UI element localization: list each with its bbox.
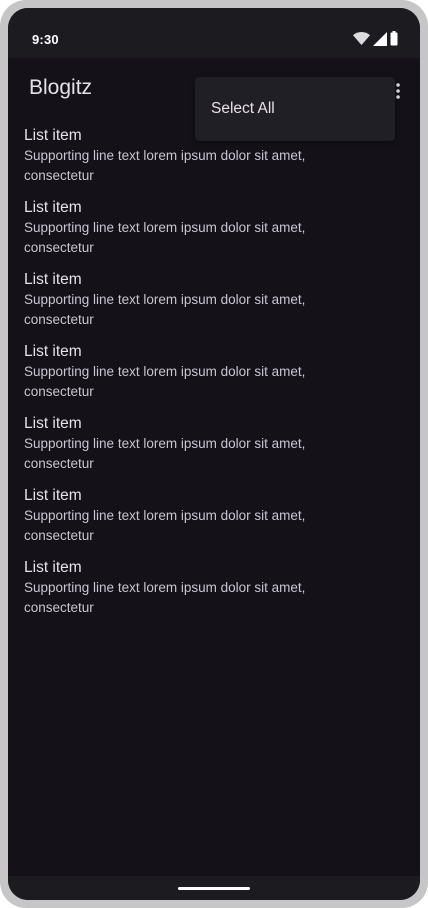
menu-item-select-all[interactable]: Select All (195, 85, 395, 133)
status-bar: 9:30 (8, 8, 420, 58)
screen: 9:30 Blogitz List item Supporting line t… (8, 8, 420, 900)
list-item-headline: List item (24, 271, 82, 288)
list-item-supporting-text: Supporting line text lorem ipsum dolor s… (24, 580, 306, 615)
signal-icon (373, 31, 387, 51)
list-item[interactable]: List item Supporting line text lorem ips… (8, 341, 420, 413)
list-item-supporting-text: Supporting line text lorem ipsum dolor s… (24, 292, 306, 327)
list-item-supporting-text: Supporting line text lorem ipsum dolor s… (24, 364, 306, 399)
list-item-supporting-text: Supporting line text lorem ipsum dolor s… (24, 436, 306, 471)
gesture-nav-bar (8, 876, 420, 900)
list-item[interactable]: List item Supporting line text lorem ips… (8, 413, 420, 485)
list-item[interactable]: List item Supporting line text lorem ips… (8, 557, 420, 629)
list-item[interactable]: List item Supporting line text lorem ips… (8, 197, 420, 269)
list-item[interactable]: List item Supporting line text lorem ips… (8, 485, 420, 557)
list-item-supporting-text: Supporting line text lorem ipsum dolor s… (24, 220, 306, 255)
list-item-headline: List item (24, 559, 82, 576)
list-item-headline: List item (24, 487, 82, 504)
battery-icon (390, 31, 398, 51)
list: List item Supporting line text lorem ips… (8, 125, 420, 629)
overflow-menu: Select All (195, 77, 395, 141)
wifi-icon (353, 32, 370, 50)
list-item-headline: List item (24, 343, 82, 360)
home-handle[interactable] (178, 887, 250, 890)
status-icons (353, 31, 398, 51)
list-item-supporting-text: Supporting line text lorem ipsum dolor s… (24, 148, 306, 183)
list-item-supporting-text: Supporting line text lorem ipsum dolor s… (24, 508, 306, 543)
device-frame: 9:30 Blogitz List item Supporting line t… (0, 0, 428, 908)
app-title: Blogitz (29, 76, 93, 99)
list-item-headline: List item (24, 199, 82, 216)
list-item-headline: List item (24, 415, 82, 432)
list-item[interactable]: List item Supporting line text lorem ips… (8, 269, 420, 341)
status-time: 9:30 (32, 32, 59, 47)
